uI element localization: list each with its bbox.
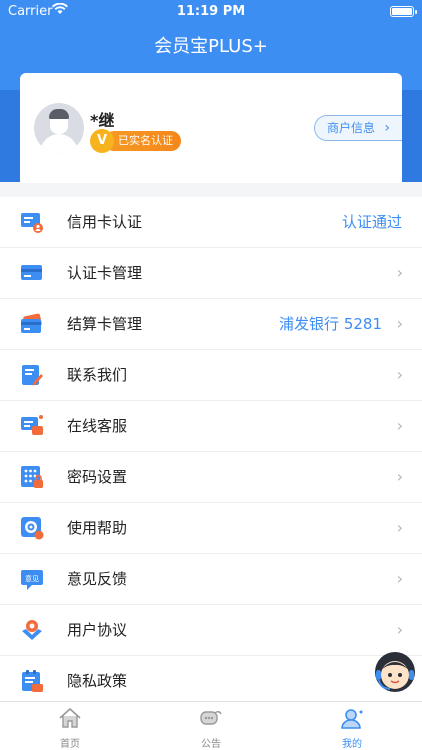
chevron-right-icon: › [384, 120, 390, 136]
verified-label: 已实名认证 [104, 131, 181, 151]
menu-label: 隐私政策 [67, 672, 128, 690]
menu-item-credit-card-verify[interactable]: 信用卡认证 认证通过 [0, 197, 422, 248]
profile-card: *继 V 已实名认证 商户信息 › [20, 73, 402, 183]
merchant-info-label: 商户信息 [327, 121, 376, 135]
chevron-right-icon: › [396, 416, 403, 435]
tab-announcement[interactable]: 公告 [141, 702, 281, 750]
header-wing-right [400, 90, 422, 182]
menu-label: 结算卡管理 [67, 315, 143, 333]
tab-label: 公告 [201, 739, 221, 750]
verified-v-icon: V [90, 129, 114, 153]
user-name: *继 [90, 111, 115, 130]
settings-menu: 信用卡认证 认证通过 认证卡管理 › 结算卡管理 浦发银行 5281 › 联系我… [0, 197, 422, 707]
settlement-card-icon [20, 312, 44, 336]
menu-item-password-settings[interactable]: 密码设置 › [0, 452, 422, 503]
menu-label: 密码设置 [67, 468, 128, 486]
chevron-right-icon: › [396, 518, 403, 537]
privacy-icon [20, 669, 44, 693]
chevron-right-icon: › [396, 569, 403, 588]
menu-item-user-agreement[interactable]: 用户协议 › [0, 605, 422, 656]
menu-value: 认证通过 [341, 213, 402, 231]
menu-value: 浦发银行 5281 [279, 315, 382, 333]
avatar[interactable] [34, 103, 84, 153]
tab-bar: 首页 公告 我的 [0, 701, 422, 750]
menu-label: 在线客服 [67, 417, 128, 435]
menu-label: 联系我们 [67, 366, 128, 384]
customer-service-float-button[interactable] [372, 648, 418, 694]
help-icon [20, 516, 44, 540]
tab-home[interactable]: 首页 [0, 702, 140, 750]
menu-item-online-service[interactable]: 在线客服 › [0, 401, 422, 452]
chevron-right-icon: › [396, 365, 403, 384]
customer-service-avatar-icon [375, 652, 415, 692]
menu-label: 意见反馈 [67, 570, 128, 588]
menu-label: 用户协议 [67, 621, 128, 639]
profile-icon [340, 707, 364, 729]
home-icon [58, 707, 82, 729]
status-time: 11:19 PM [176, 4, 246, 19]
menu-item-settlement-card[interactable]: 结算卡管理 浦发银行 5281 › [0, 299, 422, 350]
menu-label: 信用卡认证 [67, 213, 143, 231]
battery-icon [390, 6, 417, 17]
page-title: 会员宝PLUS+ [154, 36, 268, 57]
card-management-icon [20, 261, 44, 285]
online-service-icon [20, 414, 44, 438]
agreement-icon [20, 618, 44, 642]
menu-item-help[interactable]: 使用帮助 › [0, 503, 422, 554]
feedback-icon: 意见 [20, 567, 44, 591]
menu-label: 使用帮助 [67, 519, 128, 537]
menu-item-feedback[interactable]: 意见 意见反馈 › [0, 554, 422, 605]
menu-item-privacy-policy[interactable]: 隐私政策 [0, 656, 422, 707]
menu-item-contact-us[interactable]: 联系我们 › [0, 350, 422, 401]
chevron-right-icon: › [396, 314, 403, 333]
announcement-icon [199, 707, 223, 729]
password-keypad-icon [20, 465, 44, 489]
credit-card-verify-icon [20, 210, 44, 234]
tab-mine[interactable]: 我的 [282, 702, 422, 750]
merchant-info-button[interactable]: 商户信息 › [314, 115, 402, 141]
menu-item-card-management[interactable]: 认证卡管理 › [0, 248, 422, 299]
tab-label: 我的 [342, 739, 362, 750]
header-wing-left [0, 90, 22, 182]
tab-label: 首页 [60, 739, 80, 750]
contact-icon [20, 363, 44, 387]
chevron-right-icon: › [396, 263, 403, 282]
chevron-right-icon: › [396, 467, 403, 486]
svg-text:意见: 意见 [25, 574, 39, 583]
menu-label: 认证卡管理 [67, 264, 143, 282]
status-bar: Carrier 11:19 PM [0, 0, 422, 24]
